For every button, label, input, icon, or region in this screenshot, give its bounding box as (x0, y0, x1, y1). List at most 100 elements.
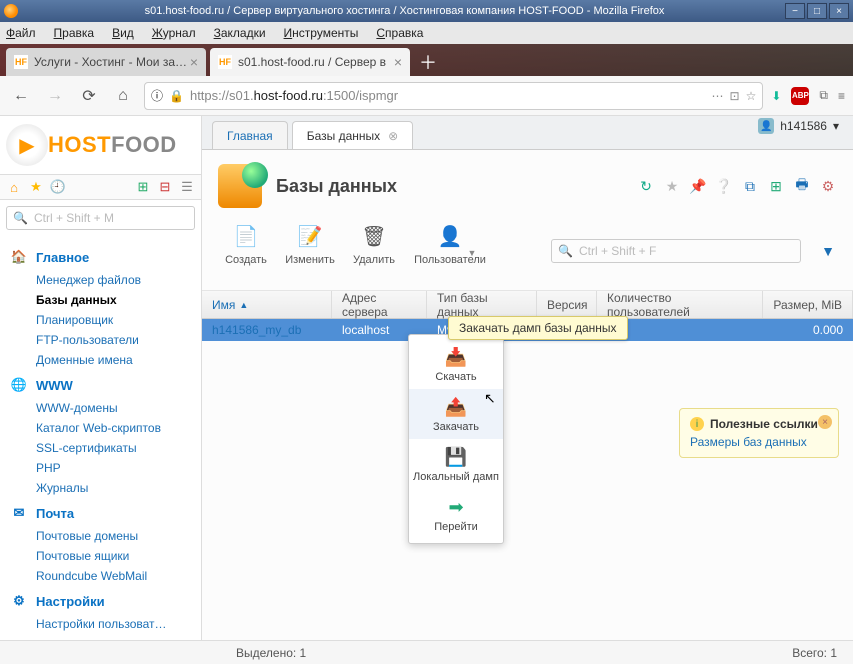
sidebar-item-php[interactable]: PHP (10, 458, 191, 478)
close-tab-icon[interactable]: × (190, 54, 198, 70)
browser-menubar: Файл Правка Вид Журнал Закладки Инструме… (0, 22, 853, 44)
dropdown-localdump[interactable]: 💾 Локальный дамп (409, 439, 503, 489)
sidebar-item-sslcerts[interactable]: SSL-сертификаты (10, 438, 191, 458)
delete-button[interactable]: 🗑 Удалить (346, 222, 402, 266)
sidebar-item-mailboxes[interactable]: Почтовые ящики (10, 546, 191, 566)
sidebar-item-webscripts[interactable]: Каталог Web-скриптов (10, 418, 191, 438)
copy-icon[interactable]: ⧉ (741, 177, 759, 195)
print-icon[interactable]: 🖶 (793, 177, 811, 195)
back-button[interactable]: ← (8, 83, 34, 109)
sidebar-item-roundcube[interactable]: Roundcube WebMail (10, 566, 191, 586)
sidebar-item-filemanager[interactable]: Менеджер файлов (10, 270, 191, 290)
user-bar[interactable]: 👤 h141586 ▾ (758, 118, 839, 134)
col-type[interactable]: Тип базы данных (427, 291, 537, 318)
sidebar-item-logs[interactable]: Журналы (10, 478, 191, 498)
close-window-button[interactable]: × (829, 3, 849, 19)
filter-icon[interactable]: ▼ (819, 242, 837, 260)
section-main[interactable]: 🏠 Главное (10, 248, 191, 266)
sidebar-item-scheduler[interactable]: Планировщик (10, 310, 191, 330)
sidebar-item-maildomains[interactable]: Почтовые домены (10, 526, 191, 546)
expand-icon[interactable]: ⊞ (135, 179, 151, 195)
settings-icon[interactable]: ⚙ (819, 177, 837, 195)
home-button[interactable]: ⌂ (110, 83, 136, 109)
collapse-icon[interactable]: ⊟ (157, 179, 173, 195)
home-icon: 🏠 (10, 248, 28, 266)
sidebar-item-ftpusers[interactable]: FTP-пользователи (10, 330, 191, 350)
useful-title: Полезные ссылки (710, 417, 818, 431)
logo-mark-icon (6, 124, 48, 166)
url-more-icon[interactable]: ⋯ (712, 89, 724, 103)
dropdown-goto[interactable]: ➡ Перейти (409, 489, 503, 539)
sidebar-search-input[interactable]: 🔍 Ctrl + Shift + M (6, 206, 195, 230)
globe-icon: 🌐 (10, 376, 28, 394)
close-tab-icon[interactable]: ⊗ (388, 129, 398, 143)
sidebar-item-databases[interactable]: Базы данных (10, 290, 191, 310)
reload-button[interactable]: ⟳ (76, 83, 102, 109)
close-tab-icon[interactable]: × (394, 54, 402, 70)
star-icon[interactable]: ★ (28, 179, 44, 195)
menu-file[interactable]: Файл (6, 26, 36, 40)
sidebar-search-placeholder: Ctrl + Shift + M (34, 211, 114, 225)
main-tab-home[interactable]: Главная (212, 121, 288, 149)
fav-star-icon[interactable]: ★ (663, 177, 681, 195)
export-xls-icon[interactable]: ⊞ (767, 177, 785, 195)
edit-icon: 📝 (296, 222, 324, 250)
col-name[interactable]: Имя▲ (202, 291, 332, 318)
col-size[interactable]: Размер, MiB (763, 291, 853, 318)
help-icon[interactable]: ❔ (715, 177, 733, 195)
sidebar-item-usersettings[interactable]: Настройки пользоват… (10, 614, 191, 634)
user-dropdown-icon[interactable]: ▾ (833, 119, 839, 133)
sidebar-item-wwwdomains[interactable]: WWW-домены (10, 398, 191, 418)
tab-label: Услуги - Хостинг - Мои за… (34, 55, 187, 69)
menu-tools[interactable]: Инструменты (284, 26, 359, 40)
edit-button[interactable]: 📝 Изменить (282, 222, 338, 266)
close-panel-icon[interactable]: × (818, 415, 832, 429)
useful-link-dbsizes[interactable]: Размеры баз данных (690, 435, 828, 449)
history-icon[interactable]: 🕘 (50, 179, 66, 195)
url-text: https://s01.host-food.ru:1500/ispmgr (190, 88, 398, 103)
browser-tab-1[interactable]: HF Услуги - Хостинг - Мои за… × (6, 48, 206, 76)
toolbar-search-input[interactable]: 🔍 Ctrl + Shift + F (551, 239, 801, 263)
col-usercount[interactable]: Количество пользователей (597, 291, 763, 318)
url-input[interactable]: ⓘ 🔒 https://s01.host-food.ru:1500/ispmgr… (144, 82, 763, 110)
section-settings[interactable]: ⚙ Настройки (10, 592, 191, 610)
col-version[interactable]: Версия (537, 291, 597, 318)
search-icon: 🔍 (13, 211, 28, 225)
col-addr[interactable]: Адрес сервера (332, 291, 427, 318)
menu-bookmarks[interactable]: Закладки (214, 26, 266, 40)
status-total: Всего: 1 (792, 646, 837, 660)
hamburger-icon[interactable]: ≡ (838, 89, 845, 103)
maximize-button[interactable]: □ (807, 3, 827, 19)
menu-view[interactable]: Вид (112, 26, 134, 40)
localdump-icon: 💾 (444, 445, 468, 469)
tree-icon[interactable]: ☰ (179, 179, 195, 195)
library-icon[interactable]: ⧉ (819, 88, 828, 103)
window-titlebar: s01.host-food.ru / Сервер виртуального х… (0, 0, 853, 22)
info-icon[interactable]: ⓘ (151, 87, 163, 104)
window-title: s01.host-food.ru / Сервер виртуального х… (24, 5, 785, 17)
menu-edit[interactable]: Правка (54, 26, 95, 40)
menu-history[interactable]: Журнал (152, 26, 196, 40)
new-tab-button[interactable]: ＋ (414, 48, 442, 76)
abp-icon[interactable]: ABP (791, 87, 809, 105)
dropdown-download[interactable]: 📥 Скачать (409, 339, 503, 389)
users-dropdown-button[interactable]: 👤 Пользователи ▼ (410, 222, 490, 280)
refresh-icon[interactable]: ↻ (637, 177, 655, 195)
section-www[interactable]: 🌐 WWW (10, 376, 191, 394)
browser-tab-2[interactable]: HF s01.host-food.ru / Сервер в × (210, 48, 410, 76)
create-button[interactable]: 📄 Создать (218, 222, 274, 266)
useful-links-panel: × i Полезные ссылки Размеры баз данных (679, 408, 839, 458)
minimize-button[interactable]: − (785, 3, 805, 19)
bookmark-star-icon[interactable]: ☆ (746, 89, 757, 103)
home-icon[interactable]: ⌂ (6, 179, 22, 195)
menu-help[interactable]: Справка (376, 26, 423, 40)
sidebar-item-domains[interactable]: Доменные имена (10, 350, 191, 370)
pin-icon[interactable]: 📌 (689, 177, 707, 195)
download-icon[interactable]: ⬇ (771, 89, 781, 103)
favicon-icon: HF (14, 55, 28, 69)
sort-asc-icon: ▲ (239, 300, 248, 310)
reader-icon[interactable]: ⊡ (730, 89, 740, 103)
main-tab-databases[interactable]: Базы данных⊗ (292, 121, 414, 149)
forward-button[interactable]: → (42, 83, 68, 109)
section-mail[interactable]: ✉ Почта (10, 504, 191, 522)
